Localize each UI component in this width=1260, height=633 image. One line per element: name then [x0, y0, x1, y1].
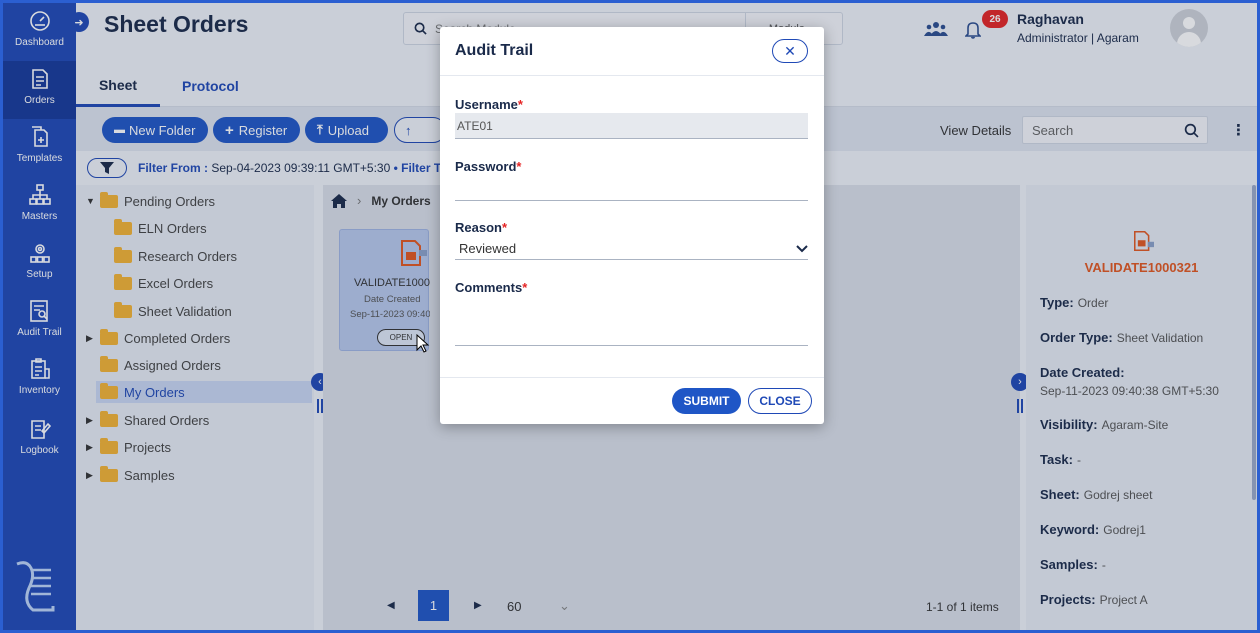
dialog-title: Audit Trail [455, 42, 534, 59]
required-marker: * [501, 220, 508, 235]
username-field[interactable]: ATE01 [455, 113, 808, 139]
reason-label-text: Reason [455, 220, 502, 235]
username-label-text: Username [455, 97, 518, 112]
password-label: Password* [455, 159, 521, 174]
mouse-cursor-icon [416, 334, 430, 353]
app-frame: Dashboard Orders Templates Masters Setup… [3, 3, 1257, 630]
reason-value: Reviewed [459, 241, 517, 256]
reason-select[interactable]: Reviewed [455, 238, 808, 260]
comments-label: Comments* [455, 280, 527, 295]
password-label-text: Password [455, 159, 517, 174]
audit-trail-dialog: Audit Trail ✕ Username* ATE01 Password* … [440, 27, 824, 424]
chevron-down-icon [796, 244, 808, 252]
close-button[interactable]: CLOSE [748, 388, 812, 414]
reason-label: Reason* [455, 220, 507, 235]
comments-field[interactable] [455, 299, 808, 346]
required-marker: * [517, 97, 523, 112]
submit-button[interactable]: SUBMIT [672, 388, 741, 414]
close-icon[interactable]: ✕ [772, 39, 808, 63]
required-marker: * [516, 159, 522, 174]
dialog-header: Audit Trail ✕ [440, 27, 824, 76]
username-label: Username* [455, 97, 523, 112]
comments-label-text: Comments [455, 280, 523, 295]
password-field[interactable] [455, 177, 808, 201]
required-marker: * [522, 280, 528, 295]
